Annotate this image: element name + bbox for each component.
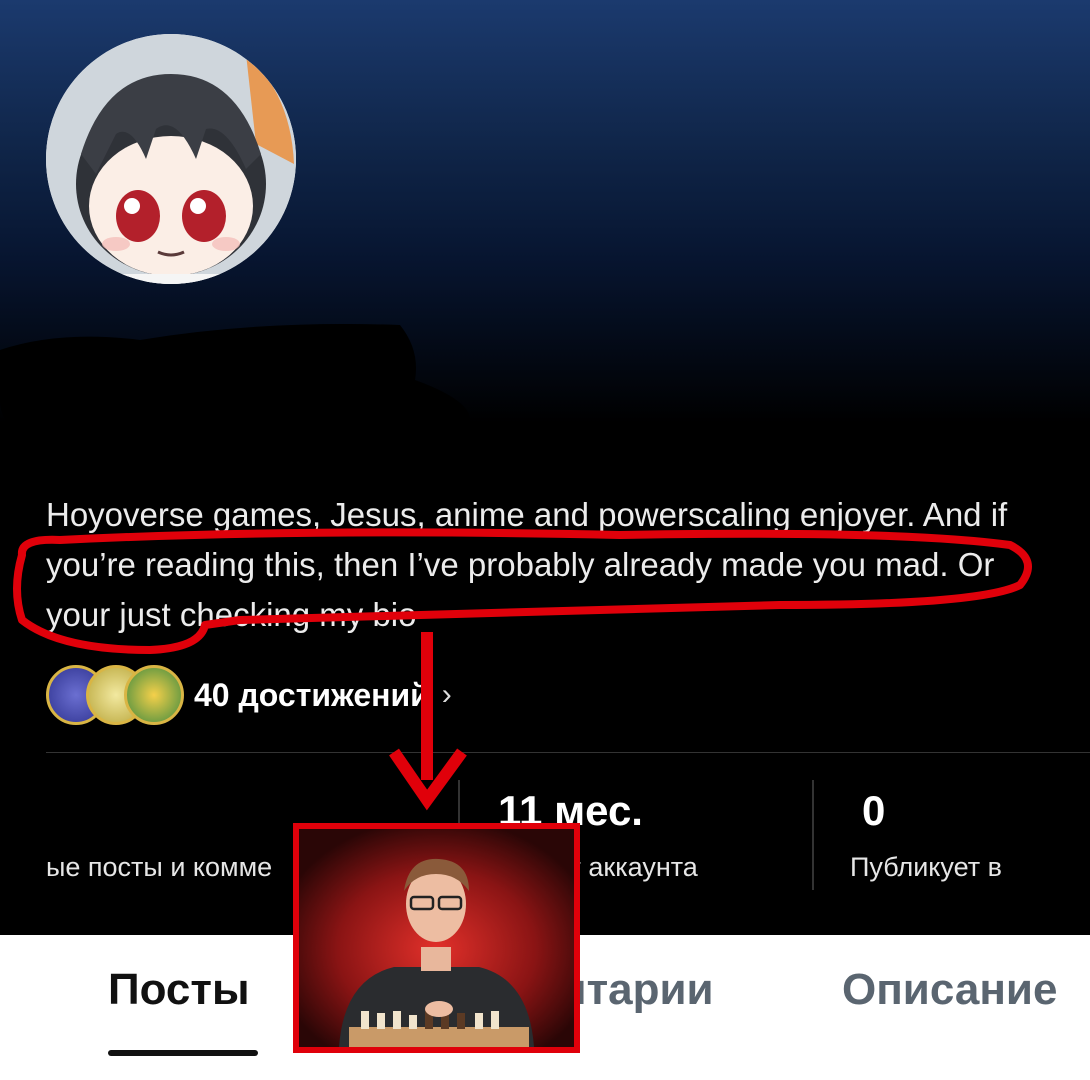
stat-separator: [812, 780, 814, 890]
posts-comments-label: ые посты и комме: [46, 852, 273, 882]
publishes-label: Публикует в: [850, 852, 1002, 882]
publishes-value: 0: [862, 787, 886, 834]
anime-avatar-image: [46, 34, 296, 284]
dino-badge-icon: [124, 665, 184, 725]
section-divider: [46, 752, 1090, 753]
tab-description[interactable]: Описание: [842, 965, 1057, 1015]
tab-comments[interactable]: нтарии: [560, 965, 714, 1015]
achievement-badges: [46, 662, 186, 728]
username-redaction: [0, 324, 470, 442]
chess-player-photo: [299, 829, 574, 1047]
achievements-link[interactable]: 40 достижений ›: [46, 662, 452, 728]
avatar[interactable]: [46, 34, 296, 284]
tab-posts[interactable]: Посты: [108, 965, 250, 1015]
profile-bio: Hoyoverse games, Jesus, anime and powers…: [46, 496, 1008, 633]
chevron-right-icon: ›: [441, 678, 452, 711]
achievements-count: 40 достижений: [194, 676, 430, 713]
meme-photo: [293, 823, 580, 1053]
active-tab-indicator: [108, 1050, 258, 1056]
